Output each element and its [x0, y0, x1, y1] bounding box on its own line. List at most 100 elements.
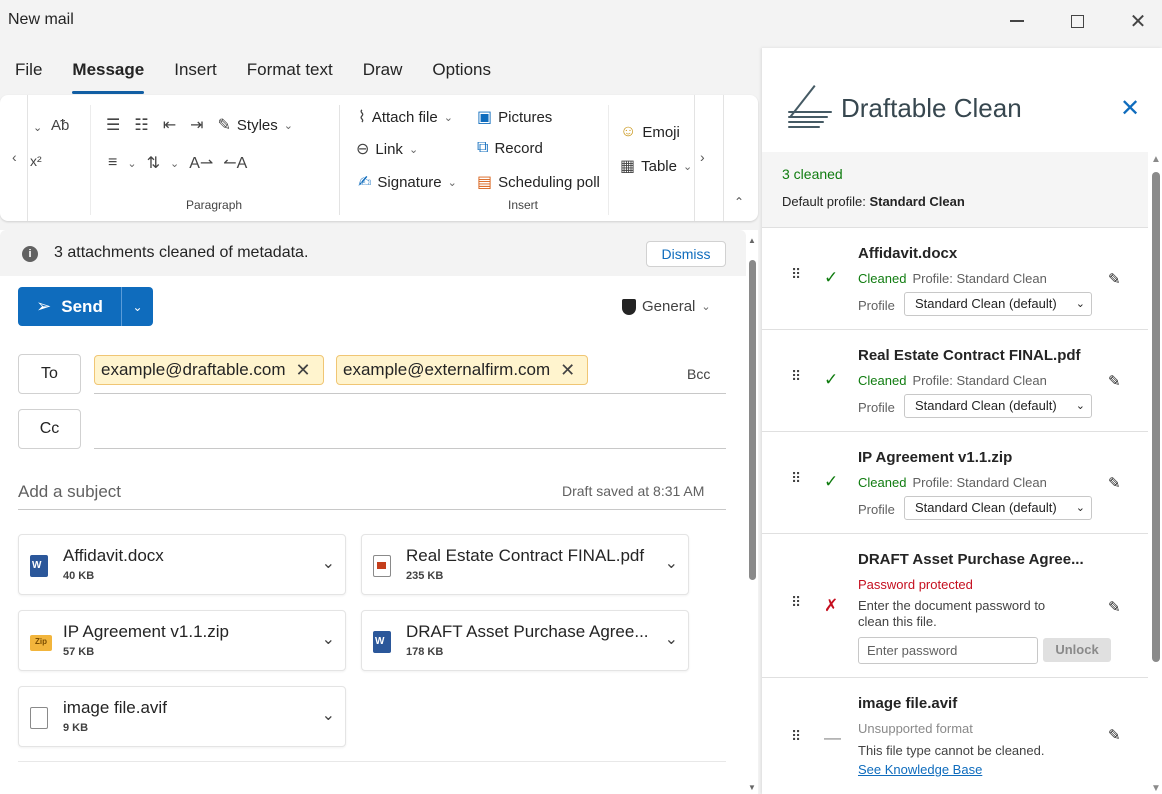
ribbon-divider: [27, 95, 28, 221]
scroll-up-icon[interactable]: ▲: [1151, 154, 1161, 165]
recipient-chip[interactable]: example@externalfirm.com ✕: [336, 355, 589, 385]
maximize-button[interactable]: [1062, 8, 1092, 34]
profile-select[interactable]: Standard Clean (default) ⌄: [904, 496, 1092, 520]
attachment-card[interactable]: Real Estate Contract FINAL.pdf 235 KB ⌄: [361, 534, 689, 595]
dismiss-button[interactable]: Dismiss: [646, 241, 726, 267]
logo-line: [788, 126, 820, 128]
align-icon[interactable]: ≡: [108, 154, 117, 172]
edit-icon[interactable]: ✎: [1108, 474, 1121, 492]
cleaned-count: 3 cleaned: [782, 166, 843, 182]
logo-line: [788, 121, 824, 123]
signature-label: Signature: [377, 173, 442, 191]
ribbon-scroll-right-icon[interactable]: ›: [700, 149, 705, 165]
tab-options[interactable]: Options: [417, 58, 506, 90]
drag-handle-icon[interactable]: ⠿: [791, 471, 801, 485]
profile-label: Profile: [858, 502, 895, 517]
default-profile: Default profile: Standard Clean: [782, 194, 965, 209]
panel-scrollbar[interactable]: ▲ ▼: [1150, 152, 1162, 794]
scroll-down-icon[interactable]: ▼: [748, 783, 756, 792]
tab-insert[interactable]: Insert: [159, 58, 232, 90]
attachment-card[interactable]: IP Agreement v1.1.zip 57 KB ⌄: [18, 610, 346, 671]
to-button[interactable]: To: [18, 354, 81, 394]
chevron-down-icon[interactable]: ⌄: [665, 553, 678, 573]
drag-handle-icon[interactable]: ⠿: [791, 595, 801, 609]
drag-handle-icon[interactable]: ⠿: [791, 729, 801, 743]
link-button[interactable]: ⊖ Link ⌄: [356, 139, 418, 159]
scroll-down-icon[interactable]: ▼: [1151, 783, 1161, 794]
tab-file[interactable]: File: [0, 58, 57, 90]
compose-scrollbar[interactable]: ▲ ▼: [746, 230, 758, 794]
profile-select[interactable]: Standard Clean (default) ⌄: [904, 292, 1092, 316]
sensitivity-button[interactable]: General ⌄: [622, 298, 711, 315]
drag-handle-icon[interactable]: ⠿: [791, 267, 801, 281]
styles-button[interactable]: ✎ Styles ⌄: [218, 115, 293, 135]
decrease-indent-icon[interactable]: ⇤: [163, 115, 176, 135]
scheduling-poll-button[interactable]: ▤ Scheduling poll: [477, 172, 600, 192]
profile-select[interactable]: Standard Clean (default) ⌄: [904, 394, 1092, 418]
ltr-icon[interactable]: A⇀: [189, 153, 213, 173]
send-split-button: ➢ Send ⌄: [18, 287, 153, 326]
table-button[interactable]: ▦ Table ⌄: [620, 156, 692, 176]
record-button[interactable]: ⧉ Record: [477, 139, 543, 157]
chevron-down-icon: ⌄: [447, 176, 457, 189]
attachment-card[interactable]: image file.avif 9 KB ⌄: [18, 686, 346, 747]
scrollbar-thumb[interactable]: [749, 260, 756, 580]
line-spacing-icon[interactable]: ⇅: [147, 153, 160, 173]
line-spacing-chevron-icon[interactable]: ⌄: [170, 157, 179, 170]
tab-message[interactable]: Message: [57, 58, 159, 94]
edit-icon[interactable]: ✎: [1108, 270, 1121, 288]
edit-icon[interactable]: ✎: [1108, 726, 1121, 744]
ribbon-scroll-left-icon[interactable]: ‹: [12, 149, 17, 165]
word-file-icon: [30, 555, 48, 577]
chevron-down-icon[interactable]: ⌄: [322, 629, 335, 649]
align-chevron-icon[interactable]: ⌄: [127, 157, 136, 170]
window-close-button[interactable]: ✕: [1123, 8, 1153, 34]
send-button[interactable]: ➢ Send: [18, 287, 122, 326]
attach-file-button[interactable]: ⌇ Attach file ⌄: [358, 107, 453, 127]
chevron-down-icon[interactable]: ⌄: [322, 705, 335, 725]
password-input[interactable]: Enter password: [858, 637, 1038, 664]
signature-button[interactable]: ✍ Signature ⌄: [358, 172, 457, 192]
scheduling-poll-label: Scheduling poll: [498, 173, 600, 191]
tab-draw[interactable]: Draw: [348, 58, 418, 90]
dash-icon: —: [824, 728, 841, 747]
chevron-down-icon: ⌄: [443, 111, 453, 124]
scrollbar-thumb[interactable]: [1152, 172, 1160, 662]
drag-handle-icon[interactable]: ⠿: [791, 369, 801, 383]
bcc-button[interactable]: Bcc: [687, 366, 710, 382]
chevron-down-icon[interactable]: ⌄: [322, 553, 335, 573]
cc-button[interactable]: Cc: [18, 409, 81, 449]
spelling-icon[interactable]: Aᵬ: [51, 117, 69, 134]
numbering-icon[interactable]: ☷: [134, 115, 148, 135]
check-icon: ✓: [824, 472, 839, 491]
edit-icon[interactable]: ✎: [1108, 372, 1121, 390]
remove-recipient-icon[interactable]: ✕: [560, 360, 575, 381]
send-options-button[interactable]: ⌄: [122, 287, 153, 326]
rtl-icon[interactable]: ↼A: [223, 153, 247, 173]
insert-group-label: Insert: [508, 198, 539, 212]
panel-close-button[interactable]: ✕: [1120, 94, 1140, 123]
file-card: ⠿ ✗ DRAFT Asset Purchase Agree... Passwo…: [762, 534, 1148, 678]
chevron-down-icon: ⌄: [408, 143, 419, 156]
minimize-button[interactable]: [1002, 8, 1032, 34]
unlock-button[interactable]: Unlock: [1043, 638, 1111, 662]
attachment-card[interactable]: Affidavit.docx 40 KB ⌄: [18, 534, 346, 595]
recipient-chip[interactable]: example@draftable.com ✕: [94, 355, 324, 385]
knowledge-base-link[interactable]: See Knowledge Base: [858, 762, 982, 777]
edit-icon[interactable]: ✎: [1108, 598, 1121, 616]
superscript-icon[interactable]: x²: [30, 153, 42, 169]
subject-input[interactable]: Add a subject: [18, 482, 121, 502]
file-status: Cleaned Profile: Standard Clean: [858, 373, 1047, 388]
increase-indent-icon[interactable]: ⇥: [190, 115, 203, 135]
attachment-size: 9 KB: [63, 722, 89, 734]
scroll-up-icon[interactable]: ▲: [748, 236, 756, 245]
bullets-icon[interactable]: ☰: [106, 115, 120, 135]
chevron-down-icon[interactable]: ⌄: [665, 629, 678, 649]
font-options-chevron-icon[interactable]: ⌄: [33, 121, 42, 134]
collapse-ribbon-icon[interactable]: ⌃: [734, 195, 744, 209]
emoji-button[interactable]: ☺ Emoji: [620, 123, 680, 141]
remove-recipient-icon[interactable]: ✕: [296, 360, 311, 381]
attachment-card[interactable]: DRAFT Asset Purchase Agree... 178 KB ⌄: [361, 610, 689, 671]
pictures-button[interactable]: ▣ Pictures: [477, 107, 552, 127]
tab-format-text[interactable]: Format text: [232, 58, 348, 90]
